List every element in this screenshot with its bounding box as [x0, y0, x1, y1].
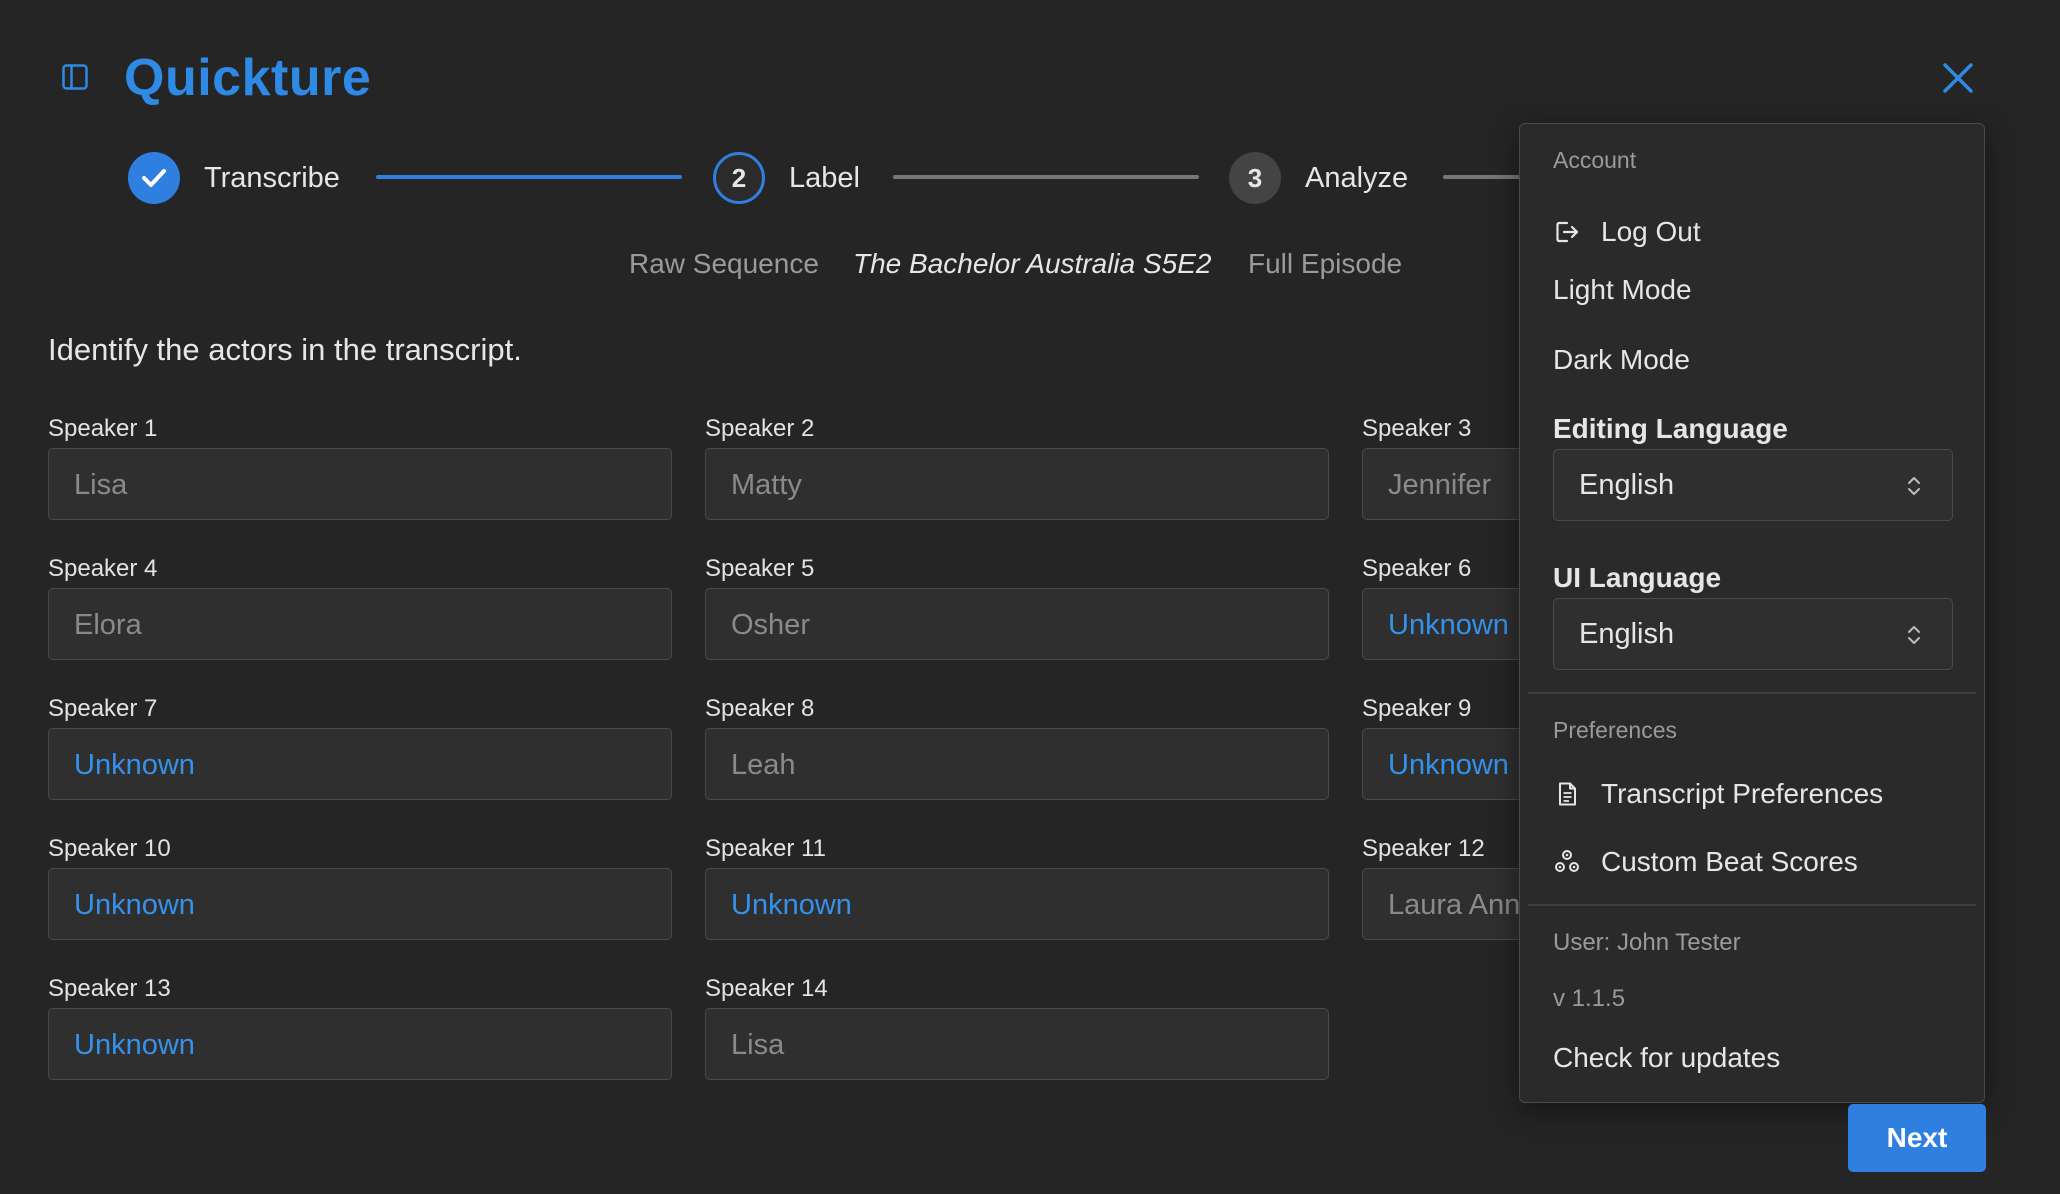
- editing-language-label: Editing Language: [1553, 413, 1788, 444]
- speaker-input[interactable]: Matty: [705, 448, 1329, 520]
- speaker-input[interactable]: Osher: [705, 588, 1329, 660]
- step-connector-3: [1443, 175, 1521, 179]
- instructions: Identify the actors in the transcript.: [48, 332, 522, 367]
- app-title: Quickture: [124, 49, 372, 107]
- menu-divider: [1528, 692, 1976, 694]
- transcript-preferences-label: Transcript Preferences: [1601, 778, 1884, 809]
- speaker-input[interactable]: Unknown: [48, 728, 672, 800]
- speaker-label: Speaker 3: [1362, 415, 1472, 442]
- speaker-label: Speaker 6: [1362, 555, 1472, 582]
- ui-language-value: English: [1579, 618, 1675, 650]
- speaker-label: Speaker 4: [48, 555, 158, 582]
- step-3-pending[interactable]: 3: [1229, 152, 1281, 204]
- account-menu: Account Log Out Light Mode Dark Mode Edi…: [1519, 123, 1985, 1103]
- account-header: Account: [1553, 147, 1637, 173]
- ui-language-label: UI Language: [1553, 562, 1722, 593]
- sequence-scope: Full Episode: [1248, 248, 1403, 279]
- speaker-label: Speaker 1: [48, 415, 158, 442]
- step-2-active[interactable]: 2: [713, 152, 765, 204]
- step-connector-1: [376, 175, 682, 179]
- next-button[interactable]: Next: [1848, 1104, 1986, 1172]
- speaker-label: Speaker 7: [48, 695, 158, 722]
- speaker-input[interactable]: Leah: [705, 728, 1329, 800]
- custom-beat-scores-menu-item[interactable]: Custom Beat Scores: [1553, 840, 1973, 884]
- menu-divider: [1528, 904, 1976, 906]
- speaker-label: Speaker 2: [705, 415, 815, 442]
- step-1-complete[interactable]: [128, 152, 180, 204]
- transcript-preferences-menu-item[interactable]: Transcript Preferences: [1553, 772, 1973, 816]
- log-out-label: Log Out: [1601, 216, 1701, 247]
- speaker-label: Speaker 8: [705, 695, 815, 722]
- beat-scores-icon: [1555, 850, 1579, 872]
- speaker-input[interactable]: Unknown: [48, 1008, 672, 1080]
- step-1-label: Transcribe: [204, 162, 340, 194]
- speaker-label: Speaker 13: [48, 975, 171, 1002]
- speaker-label: Speaker 12: [1362, 835, 1485, 862]
- speaker-input[interactable]: Unknown: [705, 868, 1329, 940]
- current-user: User: John Tester: [1553, 929, 1741, 956]
- step-2-label: Label: [789, 162, 860, 194]
- close-icon[interactable]: [1940, 60, 1976, 96]
- chevron-updown-icon: [1908, 626, 1920, 644]
- checkmark-icon: [142, 169, 166, 187]
- step-2-number: 2: [731, 162, 747, 193]
- step-connector-2: [893, 175, 1199, 179]
- sequence-name: The Bachelor Australia S5E2: [853, 248, 1212, 279]
- speaker-input[interactable]: Unknown: [1362, 588, 1519, 660]
- chevron-updown-icon: [1908, 477, 1920, 495]
- document-icon: [1559, 782, 1576, 806]
- editing-language-value: English: [1579, 469, 1675, 501]
- preferences-header: Preferences: [1553, 717, 1678, 743]
- speaker-label: Speaker 14: [705, 975, 828, 1002]
- speaker-input[interactable]: Unknown: [1362, 728, 1519, 800]
- speaker-input[interactable]: Laura Ann: [1362, 868, 1519, 940]
- speaker-input[interactable]: Unknown: [48, 868, 672, 940]
- log-out-menu-item[interactable]: Log Out: [1553, 210, 1953, 254]
- speaker-input[interactable]: Jennifer: [1362, 448, 1519, 520]
- step-3-number: 3: [1247, 162, 1263, 193]
- custom-beat-scores-label: Custom Beat Scores: [1601, 846, 1858, 877]
- step-3-label: Analyze: [1305, 162, 1409, 194]
- speaker-label: Speaker 9: [1362, 695, 1472, 722]
- speaker-label: Speaker 5: [705, 555, 815, 582]
- dark-mode-menu-item[interactable]: Dark Mode: [1553, 342, 1690, 378]
- app-version: v 1.1.5: [1553, 985, 1626, 1012]
- speaker-input[interactable]: Lisa: [705, 1008, 1329, 1080]
- check-updates-menu-item[interactable]: Check for updates: [1553, 1040, 1780, 1076]
- sidebar-toggle-icon[interactable]: [62, 64, 88, 90]
- speaker-input[interactable]: Lisa: [48, 448, 672, 520]
- speaker-input[interactable]: Elora: [48, 588, 672, 660]
- speaker-label: Speaker 11: [705, 835, 826, 862]
- ui-language-select[interactable]: English: [1553, 598, 1953, 670]
- editing-language-select[interactable]: English: [1553, 449, 1953, 521]
- sequence-type: Raw Sequence: [629, 248, 819, 279]
- log-out-icon: [1556, 221, 1579, 243]
- speaker-label: Speaker 10: [48, 835, 171, 862]
- light-mode-menu-item[interactable]: Light Mode: [1553, 272, 1692, 308]
